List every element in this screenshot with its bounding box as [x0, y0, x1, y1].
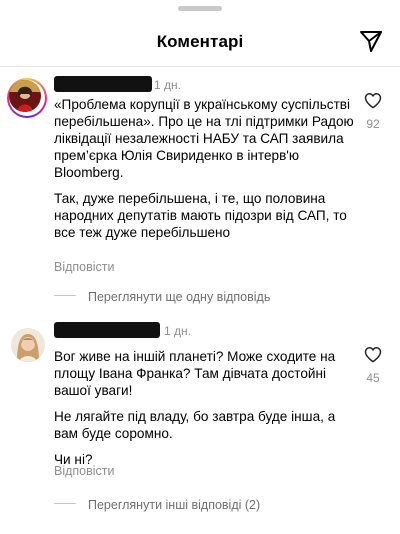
avatar[interactable]	[7, 78, 47, 118]
avatar-image	[9, 80, 41, 112]
paper-plane-icon[interactable]	[358, 28, 384, 54]
view-replies-label: Переглянути інші відповіді (2)	[88, 498, 261, 512]
like-count: 45	[366, 371, 380, 385]
comment-text: «Проблема корупції в українському суспіл…	[54, 96, 354, 250]
thread-line	[54, 295, 76, 297]
view-replies-button[interactable]: Переглянути інші відповіді (2)	[54, 498, 260, 514]
like-control: 45	[360, 346, 386, 385]
redacted-username[interactable]	[54, 322, 160, 338]
avatar-image	[11, 328, 45, 362]
avatar[interactable]	[11, 328, 45, 362]
comment-paragraph: Так, дуже перебільшена, і те, що половин…	[54, 191, 347, 240]
like-control: 92	[360, 92, 386, 131]
comments-header: Коментарі	[0, 18, 400, 66]
thread-line	[54, 503, 76, 505]
redacted-username[interactable]	[54, 76, 152, 92]
sheet-grabber[interactable]	[178, 6, 222, 11]
comment-meta: 1 дн.	[54, 322, 314, 340]
comment-text: Вог живе на іншій планеті? Може сходите …	[54, 348, 354, 477]
comment-time: 1 дн.	[154, 78, 181, 92]
heart-icon[interactable]	[364, 346, 382, 363]
comment-meta: 1 дн.	[54, 76, 314, 94]
comments-sheet: Коментарі 1 дн. «Проблема корупції в укр…	[0, 0, 400, 534]
comment-paragraph: Не лягайте під владу, бо завтра буде інш…	[54, 409, 336, 441]
reply-button[interactable]: Відповісти	[54, 260, 115, 274]
reply-button[interactable]: Відповісти	[54, 464, 115, 478]
view-replies-button[interactable]: Переглянути ще одну відповідь	[54, 290, 270, 306]
comment-paragraph: «Проблема корупції в українському суспіл…	[54, 97, 354, 180]
comment-time: 1 дн.	[164, 324, 191, 338]
view-replies-label: Переглянути ще одну відповідь	[88, 290, 271, 304]
comment-paragraph: Вог живе на іншій планеті? Може сходите …	[54, 349, 336, 398]
like-count: 92	[366, 117, 380, 131]
header-title: Коментарі	[156, 32, 244, 51]
header-divider	[0, 66, 400, 67]
heart-icon[interactable]	[364, 92, 382, 109]
